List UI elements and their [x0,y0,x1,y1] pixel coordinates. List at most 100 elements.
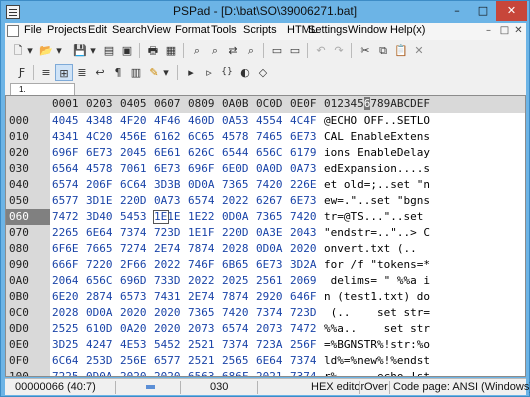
hex-word[interactable]: 686F [222,369,249,376]
hex-word[interactable]: 6267 [256,193,283,209]
hex-word[interactable]: 723D [154,225,181,241]
redo-icon[interactable]: ↷ [330,42,348,59]
menu-projects[interactable]: Projects [47,24,87,36]
hex-word[interactable]: 253D [86,353,113,369]
menu-view[interactable]: View [147,24,171,36]
find-next-icon[interactable]: ⌕ [206,42,224,59]
hex-word[interactable]: 6574 [52,177,79,193]
delete-icon[interactable]: ✕ [410,42,428,59]
hex-word[interactable]: 2043 [290,225,317,241]
hex-word[interactable]: 2521 [188,337,215,353]
hex-word[interactable]: 256E [120,353,147,369]
hex-word[interactable]: 4578 [86,161,113,177]
hex-word[interactable]: 2525 [52,321,79,337]
title-bar[interactable]: PSPad - [D:\bat\SO\39006271.bat] – □ ✕ [1,1,529,23]
hex-word[interactable]: 6B65 [222,257,249,273]
hex-word[interactable]: 6E73 [154,161,181,177]
hex-word[interactable]: 2874 [86,289,113,305]
hex-word[interactable]: 6577 [52,193,79,209]
ascii-text[interactable]: @ECHO OFF..SETLO [324,113,430,129]
mdi-close-icon[interactable]: ✕ [513,25,524,36]
hex-word[interactable]: 4578 [222,129,249,145]
hex-word[interactable]: 0A73 [290,161,317,177]
hex-word[interactable]: 723D [290,305,317,321]
hex-word[interactable]: 7420 [290,209,317,225]
hex-word[interactable]: 7420 [222,305,249,321]
hex-word[interactable]: 6577 [154,353,181,369]
hex-word[interactable]: 6E73 [290,193,317,209]
color-icon[interactable]: ◐ [236,64,254,81]
hex-row[interactable]: 0A0 2064 656C 696D 733D 2022 2025 2561 2069 deli… [6,273,525,289]
ascii-text[interactable]: n (test1.txt) do [324,289,430,305]
hex-word[interactable]: 2028 [222,241,249,257]
hex-word[interactable]: 4F20 [120,113,147,129]
menu-window[interactable]: Window [348,24,387,36]
hex-word[interactable]: 7374 [120,225,147,241]
ascii-text[interactable]: (.. set str= [324,305,430,321]
special-chars-icon[interactable]: ¶ [109,64,127,81]
hex-row[interactable]: 0B0 6E20 2874 6573 7431 2E74 7874 2920 646F n (te… [6,289,525,305]
hex-word[interactable]: 456E [120,129,147,145]
search-icon[interactable]: ⌕ [188,42,206,59]
close-button[interactable]: ✕ [496,1,527,21]
hex-row[interactable]: 080 6F6E 7665 7274 2E74 7874 2028 0D0A 2020 onver… [6,241,525,257]
hex-editor-icon[interactable]: ⊞ [55,64,73,81]
wrap-icon[interactable]: ↩ [91,64,109,81]
hex-word[interactable]: 6574 [222,321,249,337]
hex-word[interactable]: 4045 [52,113,79,129]
hex-word[interactable]: 0D0A [188,177,215,193]
hex-word[interactable]: 2045 [120,145,147,161]
hex-word[interactable]: 610D [86,321,113,337]
hex-word[interactable]: 2020 [154,305,181,321]
hex-word[interactable]: 2920 [256,289,283,305]
hex-word[interactable]: 2021 [256,369,283,376]
hex-word[interactable]: 5453 [120,209,147,225]
status-insert-mode[interactable]: Over [364,381,388,393]
close-file-icon[interactable]: ▣ [118,42,136,59]
ascii-text[interactable]: onvert.txt (.. [324,241,430,257]
ascii-text[interactable]: ew=."..set "bgns [324,193,430,209]
ascii-text[interactable]: ions EnableDelay [324,145,430,161]
menu-settings[interactable]: Settings [308,24,348,36]
save-icon[interactable]: 💾 [71,42,89,59]
macro-record-icon[interactable]: ▸ [182,64,200,81]
ascii-text[interactable]: CAL EnableExtens [324,129,430,145]
hex-word[interactable]: 7374 [290,369,317,376]
hex-word[interactable]: 4E53 [120,337,147,353]
hex-word[interactable]: 2025 [222,273,249,289]
hex-word[interactable]: 5452 [154,337,181,353]
hex-word[interactable]: 696F [52,145,79,161]
ascii-text[interactable]: =%BGNSTR%!str:%o [324,337,430,353]
hex-word[interactable]: 6C64 [52,353,79,369]
hex-word[interactable]: 226E [290,177,317,193]
hex-word[interactable]: 7061 [120,161,147,177]
mdi-minimize-icon[interactable]: – [483,25,494,36]
hex-word[interactable]: 2073 [256,321,283,337]
hex-word[interactable]: 2020 [154,369,181,376]
hex-word[interactable]: 7431 [154,289,181,305]
open-dropdown-chevron-icon[interactable]: ▾ [54,42,64,59]
hex-word[interactable]: 3D25 [52,337,79,353]
hex-word[interactable]: 3D40 [86,209,113,225]
ascii-text[interactable]: delims= " %%a i [324,273,430,289]
ascii-text[interactable]: edExpansion....s [324,161,430,177]
hex-row[interactable]: 0D0 2525 610D 0A20 2020 2073 6574 2073 7472 %%a..… [6,321,525,337]
hex-word[interactable]: 2561 [256,273,283,289]
hex-word[interactable]: 2022 [154,257,181,273]
paste-icon[interactable]: 📋 [392,42,410,59]
hex-word[interactable]: 3D2A [290,257,317,273]
ascii-text[interactable]: ld%=%new%!%endst [324,353,430,369]
hex-word[interactable]: 6E73 [256,257,283,273]
hex-word[interactable]: 206F [86,177,113,193]
hex-word[interactable]: 2022 [222,193,249,209]
hex-row[interactable]: 040 6574 206F 6C64 3D3B 0D0A 7365 7420 226E et ol… [6,177,525,193]
hex-word[interactable]: 7274 [120,241,147,257]
hex-word[interactable]: 6E61 [154,145,181,161]
copy-icon[interactable]: ⧉ [374,42,392,59]
preview-icon[interactable]: ▦ [162,42,180,59]
hex-word[interactable]: 2020 [154,321,181,337]
status-codepage[interactable]: Code page: ANSI (Windows) [393,381,530,393]
hex-word[interactable]: 2069 [290,273,317,289]
hex-word[interactable]: 220D [120,193,147,209]
hex-word[interactable]: 2521 [188,353,215,369]
